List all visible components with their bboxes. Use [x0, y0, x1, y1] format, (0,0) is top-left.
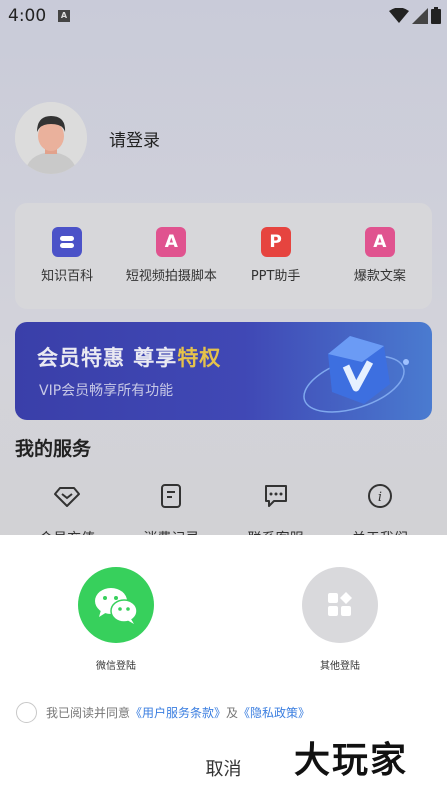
agreement-row: 我已阅读并同意 《用户服务条款》 及 《隐私政策》: [16, 702, 310, 723]
wechat-icon: [95, 588, 138, 624]
cancel-button[interactable]: 取消: [0, 755, 447, 781]
tool-label: PPT助手: [250, 269, 301, 284]
agreement-checkbox[interactable]: [16, 702, 37, 723]
wifi-icon: [389, 7, 409, 23]
signal-icon: [412, 7, 428, 24]
vip-banner[interactable]: 会员特惠 尊享特权 VIP会员畅享所有功能: [15, 322, 432, 420]
copy-a-icon: A: [364, 227, 395, 257]
other-login-option[interactable]: 其他登陆: [280, 567, 400, 672]
apps-icon: [328, 592, 352, 616]
tools-card: 知识百科 A 短视频拍摄脚本 P PPT助手 A 爆款文案: [15, 203, 432, 309]
other-login-label: 其他登陆: [320, 661, 360, 672]
privacy-link[interactable]: 《隐私政策》: [238, 704, 310, 721]
avatar[interactable]: [15, 102, 87, 174]
status-bar: 4:00 A: [0, 0, 447, 32]
tool-label: 爆款文案: [353, 269, 406, 284]
login-sheet: 微信登陆 其他登陆 我已阅读并同意 《用户服务条款》 及 《隐私政策》 大玩家 …: [0, 535, 447, 794]
agreement-and: 及: [226, 706, 239, 720]
notification-icon: A: [58, 10, 70, 22]
tool-knowledge[interactable]: 知识百科: [15, 203, 119, 309]
profile-header[interactable]: 请登录: [15, 102, 160, 174]
tool-label: 短视频拍摄脚本: [125, 269, 217, 284]
default-avatar-icon: [15, 102, 87, 174]
battery-icon: [431, 7, 441, 24]
login-prompt[interactable]: 请登录: [109, 126, 160, 151]
wechat-login-label: 微信登陆: [96, 661, 136, 672]
agreement-text: 我已阅读并同意: [46, 706, 131, 720]
ppt-p-icon: P: [260, 227, 291, 257]
vip-title-highlight: 特权: [177, 346, 222, 370]
services-title: 我的服务: [15, 438, 92, 460]
wechat-login-option[interactable]: 微信登陆: [56, 567, 176, 672]
svg-text:i: i: [378, 490, 382, 505]
vip-badge-icon: [303, 336, 409, 413]
book-icon: [52, 227, 83, 257]
system-icons: [389, 7, 441, 24]
terms-link[interactable]: 《用户服务条款》: [130, 704, 226, 721]
tool-ppt[interactable]: P PPT助手: [224, 203, 328, 309]
vip-title: 会员特惠 尊享特权: [37, 342, 221, 372]
diamond-icon: [54, 487, 81, 507]
wechat-login-button[interactable]: [78, 567, 154, 643]
vip-title-main: 会员特惠 尊享: [37, 346, 178, 370]
tool-label: 知识百科: [41, 269, 94, 284]
receipt-icon: [161, 484, 182, 508]
tool-copywriting[interactable]: A 爆款文案: [328, 203, 432, 309]
info-icon: i: [367, 484, 392, 508]
other-login-button[interactable]: [302, 567, 378, 643]
vip-subtitle: VIP会员畅享所有功能: [39, 383, 174, 399]
script-a-icon: A: [156, 227, 187, 257]
chat-icon: [264, 485, 287, 507]
tool-video-script[interactable]: A 短视频拍摄脚本: [119, 203, 223, 309]
status-time: 4:00: [8, 6, 47, 26]
